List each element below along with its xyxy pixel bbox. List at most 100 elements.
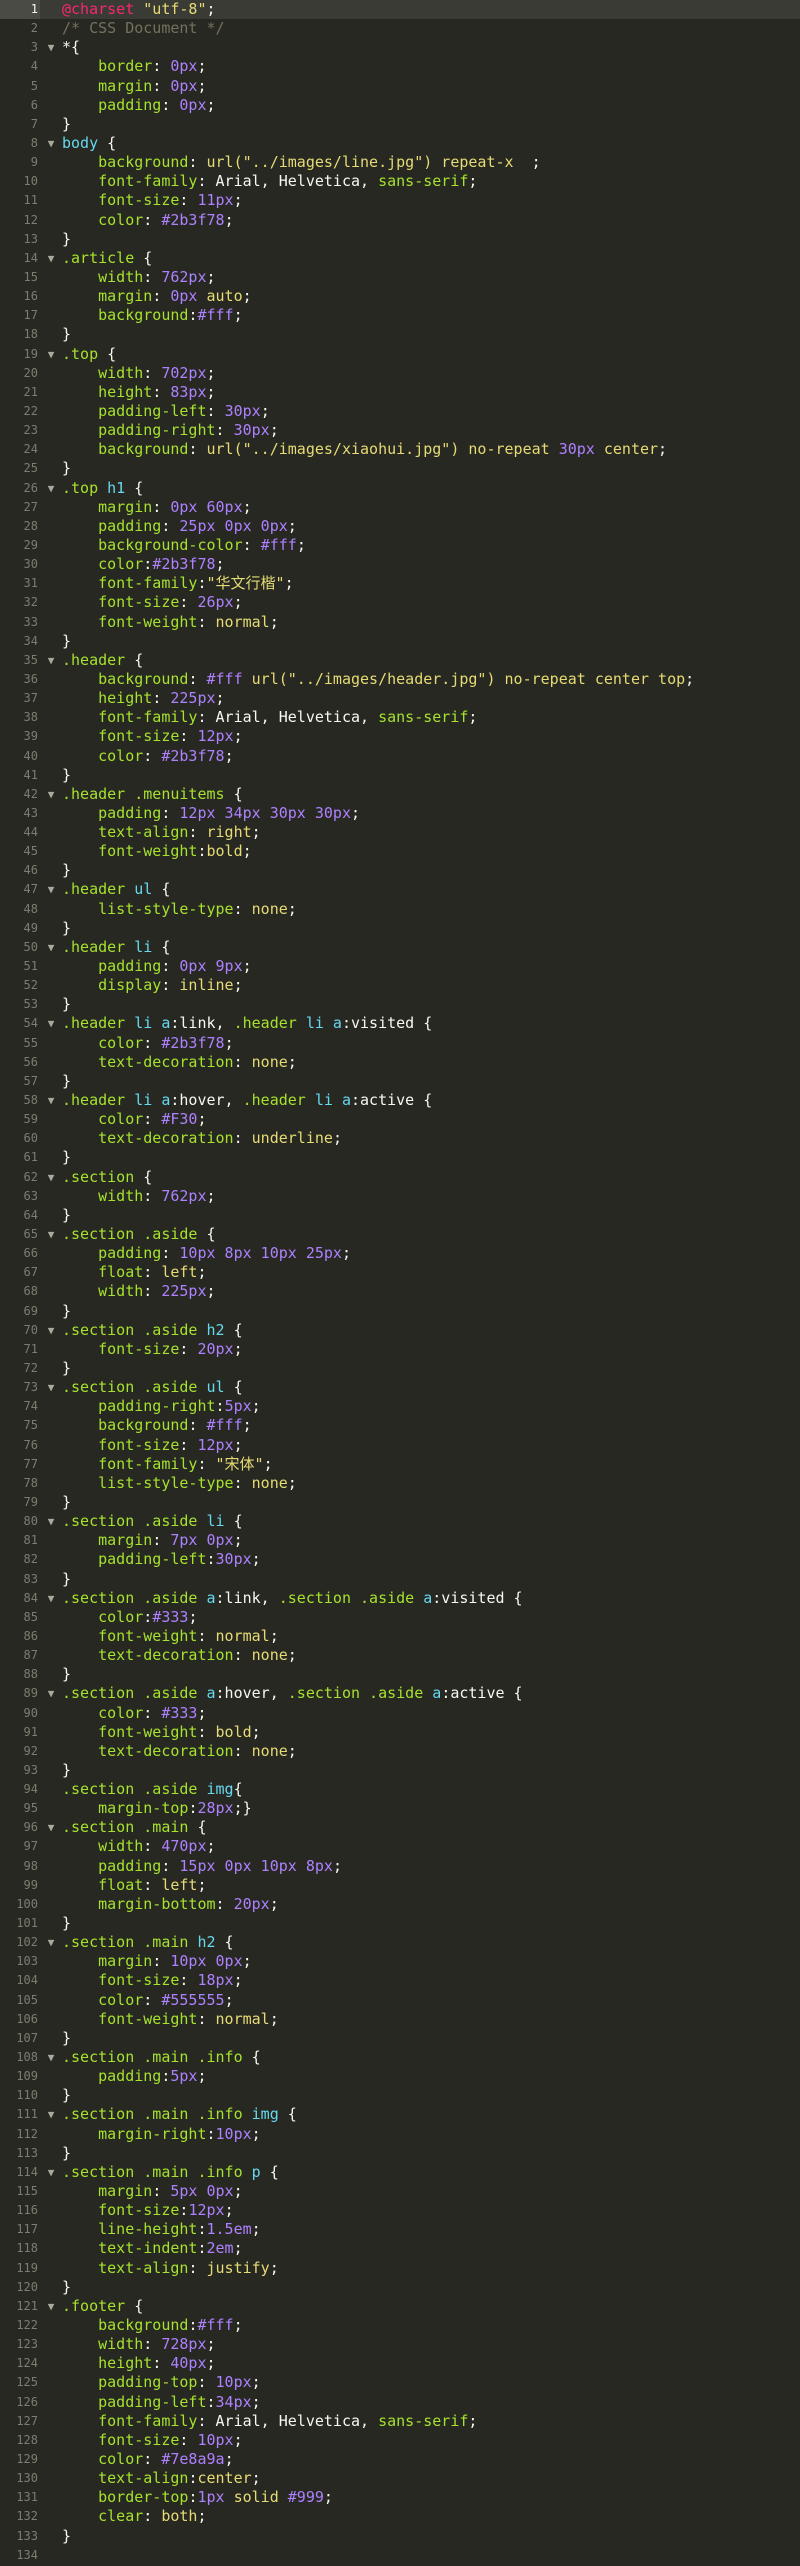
code-line[interactable]: 94 .section .aside img{ [0, 1780, 800, 1799]
code-text[interactable]: text-align: justify; [62, 2259, 279, 2278]
code-text[interactable]: height: 225px; [62, 689, 224, 708]
code-text[interactable]: font-weight: normal; [62, 613, 279, 632]
code-line[interactable]: 92 text-decoration: none; [0, 1742, 800, 1761]
code-text[interactable]: font-size: 10px; [62, 2431, 243, 2450]
code-line[interactable]: 20 width: 702px; [0, 364, 800, 383]
code-line[interactable]: 49} [0, 919, 800, 938]
code-text[interactable]: font-family: "宋体"; [62, 1455, 273, 1474]
fold-toggle-icon[interactable]: ▼ [40, 1512, 62, 1531]
fold-toggle-icon[interactable]: ▼ [40, 1091, 62, 1110]
code-line[interactable]: 48 list-style-type: none; [0, 900, 800, 919]
code-line[interactable]: 32 font-size: 26px; [0, 593, 800, 612]
code-line[interactable]: 7} [0, 115, 800, 134]
code-text[interactable]: } [62, 1206, 71, 1225]
code-line[interactable]: 95 margin-top:28px;} [0, 1799, 800, 1818]
code-line[interactable]: 45 font-weight:bold; [0, 842, 800, 861]
code-text[interactable]: .section .main .info img { [62, 2105, 297, 2124]
fold-toggle-icon[interactable]: ▼ [40, 651, 62, 670]
code-text[interactable]: .header li a:link, .header li a:visited … [62, 1014, 432, 1033]
code-line[interactable]: 132 clear: both; [0, 2507, 800, 2526]
code-line[interactable]: 50 ▼ .header li { [0, 938, 800, 957]
code-line[interactable]: 13} [0, 230, 800, 249]
code-text[interactable]: } [62, 1914, 71, 1933]
code-line[interactable]: 101} [0, 1914, 800, 1933]
code-text[interactable]: text-align: right; [62, 823, 261, 842]
code-line[interactable]: 25} [0, 459, 800, 478]
code-editor[interactable]: 1 @charset "utf-8"; 2/* CSS Document */3 ▼ *… [0, 0, 800, 2566]
code-text[interactable]: } [62, 2278, 71, 2297]
code-line[interactable]: 80 ▼ .section .aside li { [0, 1512, 800, 1531]
code-text[interactable]: } [62, 1570, 71, 1589]
code-line[interactable]: 65 ▼ .section .aside { [0, 1225, 800, 1244]
code-text[interactable]: body { [62, 134, 116, 153]
code-text[interactable]: font-family: Arial, Helvetica, sans-seri… [62, 2412, 477, 2431]
code-text[interactable]: margin: 0px auto; [62, 287, 252, 306]
code-text[interactable]: } [62, 325, 71, 344]
code-line[interactable]: 28 padding: 25px 0px 0px; [0, 517, 800, 536]
code-line[interactable]: 9 background: url("../images/line.jpg") … [0, 153, 800, 172]
code-text[interactable]: .article { [62, 249, 152, 268]
code-text[interactable]: font-size: 26px; [62, 593, 243, 612]
code-text[interactable]: padding: 12px 34px 30px 30px; [62, 804, 360, 823]
code-line[interactable]: 100 margin-bottom: 20px; [0, 1895, 800, 1914]
fold-toggle-icon[interactable]: ▼ [40, 938, 62, 957]
code-line[interactable]: 115 margin: 5px 0px; [0, 2182, 800, 2201]
code-line[interactable]: 78 list-style-type: none; [0, 1474, 800, 1493]
code-line[interactable]: 34} [0, 632, 800, 651]
code-text[interactable]: } [62, 2086, 71, 2105]
code-text[interactable]: margin-bottom: 20px; [62, 1895, 279, 1914]
code-line[interactable]: 51 padding: 0px 9px; [0, 957, 800, 976]
code-line[interactable]: 87 text-decoration: none; [0, 1646, 800, 1665]
code-line[interactable]: 30 color:#2b3f78; [0, 555, 800, 574]
code-line[interactable]: 119 text-align: justify; [0, 2259, 800, 2278]
fold-toggle-icon[interactable]: ▼ [40, 2163, 62, 2182]
code-line[interactable]: 120} [0, 2278, 800, 2297]
code-text[interactable]: font-weight: normal; [62, 1627, 279, 1646]
code-line[interactable]: 118 text-indent:2em; [0, 2239, 800, 2258]
code-line[interactable]: 11 font-size: 11px; [0, 191, 800, 210]
code-text[interactable]: font-size:12px; [62, 2201, 233, 2220]
code-text[interactable]: font-family: Arial, Helvetica, sans-seri… [62, 172, 477, 191]
code-line[interactable]: 66 padding: 10px 8px 10px 25px; [0, 1244, 800, 1263]
code-text[interactable]: width: 470px; [62, 1837, 215, 1856]
code-text[interactable]: font-size: 12px; [62, 1436, 243, 1455]
code-line[interactable]: 33 font-weight: normal; [0, 612, 800, 631]
code-text[interactable]: } [62, 919, 71, 938]
fold-toggle-icon[interactable]: ▼ [40, 1933, 62, 1952]
code-line[interactable]: 107} [0, 2029, 800, 2048]
code-text[interactable]: text-decoration: none; [62, 1646, 297, 1665]
code-line[interactable]: 19 ▼ .top { [0, 345, 800, 364]
code-line[interactable]: 91 font-weight: bold; [0, 1723, 800, 1742]
code-text[interactable]: margin: 10px 0px; [62, 1952, 252, 1971]
code-text[interactable]: } [62, 2144, 71, 2163]
code-line[interactable]: 83} [0, 1569, 800, 1588]
code-line[interactable]: 18} [0, 325, 800, 344]
code-line[interactable]: 55 color: #2b3f78; [0, 1034, 800, 1053]
code-line[interactable]: 125 padding-top: 10px; [0, 2373, 800, 2392]
code-line[interactable]: 112 margin-right:10px; [0, 2125, 800, 2144]
code-text[interactable]: width: 702px; [62, 364, 215, 383]
code-text[interactable]: text-decoration: none; [62, 1053, 297, 1072]
code-text[interactable]: margin-right:10px; [62, 2125, 261, 2144]
code-line[interactable]: 114 ▼ .section .main .info p { [0, 2163, 800, 2182]
code-text[interactable]: padding-right: 30px; [62, 421, 279, 440]
code-text[interactable]: } [62, 995, 71, 1014]
fold-toggle-icon[interactable]: ▼ [40, 1321, 62, 1340]
code-line[interactable]: 26 ▼ .top h1 { [0, 479, 800, 498]
fold-toggle-icon[interactable]: ▼ [40, 249, 62, 268]
code-line[interactable]: 79} [0, 1493, 800, 1512]
code-text[interactable]: padding: 0px 9px; [62, 957, 252, 976]
code-line[interactable]: 73 ▼ .section .aside ul { [0, 1378, 800, 1397]
code-text[interactable]: .section .main h2 { [62, 1933, 234, 1952]
code-line[interactable]: 63 width: 762px; [0, 1187, 800, 1206]
code-line[interactable]: 21 height: 83px; [0, 383, 800, 402]
code-line[interactable]: 29 background-color: #fff; [0, 536, 800, 555]
code-line[interactable]: 105 color: #555555; [0, 1991, 800, 2010]
fold-toggle-icon[interactable]: ▼ [40, 1225, 62, 1244]
code-line[interactable]: 82 padding-left:30px; [0, 1550, 800, 1569]
code-line[interactable]: 70 ▼ .section .aside h2 { [0, 1321, 800, 1340]
code-line[interactable]: 72} [0, 1359, 800, 1378]
code-line[interactable]: 127 font-family: Arial, Helvetica, sans-… [0, 2412, 800, 2431]
code-line[interactable]: 46} [0, 861, 800, 880]
code-line[interactable]: 75 background: #fff; [0, 1416, 800, 1435]
